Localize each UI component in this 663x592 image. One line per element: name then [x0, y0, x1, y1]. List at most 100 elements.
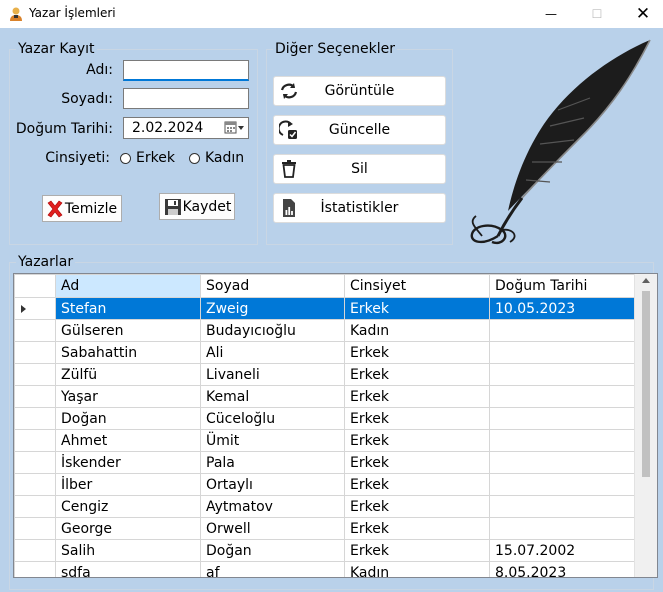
cell-cinsiyet[interactable]: Kadın [344, 561, 490, 577]
table-row[interactable]: Salih Doğan Erkek 15.07.2002 [14, 539, 635, 562]
row-header-cell[interactable] [14, 495, 56, 518]
soyad-input[interactable] [123, 88, 249, 109]
cell-cinsiyet[interactable]: Erkek [344, 539, 490, 562]
column-header-soyad[interactable]: Soyad [200, 274, 345, 298]
kaydet-button[interactable]: Kaydet [159, 193, 235, 220]
cell-ad[interactable]: Zülfü [55, 363, 201, 386]
cell-soyad[interactable]: Orwell [200, 517, 345, 540]
cell-dogum-tarihi[interactable] [489, 341, 635, 364]
cell-ad[interactable]: Salih [55, 539, 201, 562]
ad-input[interactable] [123, 60, 249, 81]
scrollbar-thumb[interactable] [642, 291, 650, 477]
row-header-cell[interactable] [14, 473, 56, 496]
table-row[interactable]: Zülfü Livaneli Erkek [14, 363, 635, 386]
cell-dogum-tarihi[interactable] [489, 495, 635, 518]
goruntule-button[interactable]: Görüntüle [273, 76, 446, 106]
cell-soyad[interactable]: af [200, 561, 345, 577]
cell-dogum-tarihi[interactable] [489, 429, 635, 452]
cell-ad[interactable]: George [55, 517, 201, 540]
cell-soyad[interactable]: Ortaylı [200, 473, 345, 496]
row-header-cell[interactable] [14, 407, 56, 430]
cell-dogum-tarihi[interactable] [489, 473, 635, 496]
cell-soyad[interactable]: Budayıcıoğlu [200, 319, 345, 342]
cell-cinsiyet[interactable]: Erkek [344, 451, 490, 474]
guncelle-button[interactable]: Güncelle [273, 115, 446, 145]
row-header-cell[interactable] [14, 561, 56, 577]
cell-ad[interactable]: Cengiz [55, 495, 201, 518]
table-row[interactable]: Yaşar Kemal Erkek [14, 385, 635, 408]
column-header-ad[interactable]: Ad [55, 274, 201, 298]
cell-soyad[interactable]: Ümit [200, 429, 345, 452]
erkek-radio[interactable]: Erkek [120, 150, 175, 166]
cell-soyad[interactable]: Aytmatov [200, 495, 345, 518]
table-row[interactable]: Gülseren Budayıcıoğlu Kadın [14, 319, 635, 342]
istatistikler-button[interactable]: İstatistikler [273, 193, 446, 223]
cell-ad[interactable]: İskender [55, 451, 201, 474]
cell-ad[interactable]: Doğan [55, 407, 201, 430]
table-row[interactable]: sdfa af Kadın 8.05.2023 [14, 561, 635, 577]
cell-dogum-tarihi[interactable] [489, 363, 635, 386]
column-header-dogum-tarihi[interactable]: Doğum Tarihi [489, 274, 635, 298]
yazarlar-table[interactable]: Ad Soyad Cinsiyet Doğum Tarihi Stefan Zwe… [14, 274, 635, 577]
table-row[interactable]: Stefan Zweig Erkek 10.05.2023 [14, 297, 635, 320]
cell-soyad[interactable]: Doğan [200, 539, 345, 562]
kadin-radio[interactable]: Kadın [189, 150, 244, 166]
cell-soyad[interactable]: Ali [200, 341, 345, 364]
row-header-cell[interactable] [14, 385, 56, 408]
cell-ad[interactable]: İlber [55, 473, 201, 496]
cell-ad[interactable]: Sabahattin [55, 341, 201, 364]
table-row[interactable]: Doğan Cüceloğlu Erkek [14, 407, 635, 430]
yazarlar-grid[interactable]: Ad Soyad Cinsiyet Doğum Tarihi Stefan Zwe… [13, 273, 658, 578]
vertical-scrollbar[interactable] [634, 274, 657, 577]
cell-cinsiyet[interactable]: Erkek [344, 341, 490, 364]
cell-cinsiyet[interactable]: Erkek [344, 363, 490, 386]
row-header-cell[interactable] [14, 341, 56, 364]
cell-dogum-tarihi[interactable] [489, 517, 635, 540]
sil-button[interactable]: Sil [273, 154, 446, 184]
scroll-up-arrow-icon[interactable] [642, 278, 650, 283]
cell-dogum-tarihi[interactable] [489, 407, 635, 430]
row-header-cell[interactable] [14, 363, 56, 386]
cell-cinsiyet[interactable]: Erkek [344, 473, 490, 496]
table-row[interactable]: İskender Pala Erkek [14, 451, 635, 474]
cell-dogum-tarihi[interactable] [489, 451, 635, 474]
cell-dogum-tarihi[interactable]: 8.05.2023 [489, 561, 635, 577]
cell-cinsiyet[interactable]: Erkek [344, 517, 490, 540]
cell-soyad[interactable]: Cüceloğlu [200, 407, 345, 430]
cell-ad[interactable]: Ahmet [55, 429, 201, 452]
cell-ad[interactable]: Gülseren [55, 319, 201, 342]
row-header-cell[interactable] [14, 517, 56, 540]
cell-ad[interactable]: Yaşar [55, 385, 201, 408]
column-header-cinsiyet[interactable]: Cinsiyet [344, 274, 490, 298]
row-header-cell[interactable] [14, 297, 56, 320]
table-row[interactable]: Ahmet Ümit Erkek [14, 429, 635, 452]
cell-dogum-tarihi[interactable]: 15.07.2002 [489, 539, 635, 562]
table-row[interactable]: Cengiz Aytmatov Erkek [14, 495, 635, 518]
calendar-dropdown-icon[interactable] [224, 121, 246, 135]
cell-cinsiyet[interactable]: Erkek [344, 385, 490, 408]
cell-dogum-tarihi[interactable]: 10.05.2023 [489, 297, 635, 320]
cell-cinsiyet[interactable]: Erkek [344, 407, 490, 430]
row-header-cell[interactable] [14, 451, 56, 474]
cell-dogum-tarihi[interactable] [489, 319, 635, 342]
close-button[interactable]: ✕ [620, 0, 663, 28]
cell-soyad[interactable]: Kemal [200, 385, 345, 408]
cell-soyad[interactable]: Livaneli [200, 363, 345, 386]
dogum-tarihi-picker[interactable]: 2.02.2024 [123, 117, 249, 139]
row-header-cell[interactable] [14, 319, 56, 342]
cell-soyad[interactable]: Zweig [200, 297, 345, 320]
minimize-button[interactable]: — [528, 0, 574, 28]
temizle-button[interactable]: Temizle [42, 195, 122, 222]
corner-header-cell[interactable] [14, 274, 56, 298]
cell-cinsiyet[interactable]: Erkek [344, 297, 490, 320]
cell-cinsiyet[interactable]: Kadın [344, 319, 490, 342]
row-header-cell[interactable] [14, 539, 56, 562]
table-row[interactable]: İlber Ortaylı Erkek [14, 473, 635, 496]
cell-cinsiyet[interactable]: Erkek [344, 495, 490, 518]
cell-dogum-tarihi[interactable] [489, 385, 635, 408]
row-header-cell[interactable] [14, 429, 56, 452]
maximize-button[interactable]: ☐ [574, 0, 620, 28]
cell-ad[interactable]: Stefan [55, 297, 201, 320]
cell-soyad[interactable]: Pala [200, 451, 345, 474]
cell-cinsiyet[interactable]: Erkek [344, 429, 490, 452]
